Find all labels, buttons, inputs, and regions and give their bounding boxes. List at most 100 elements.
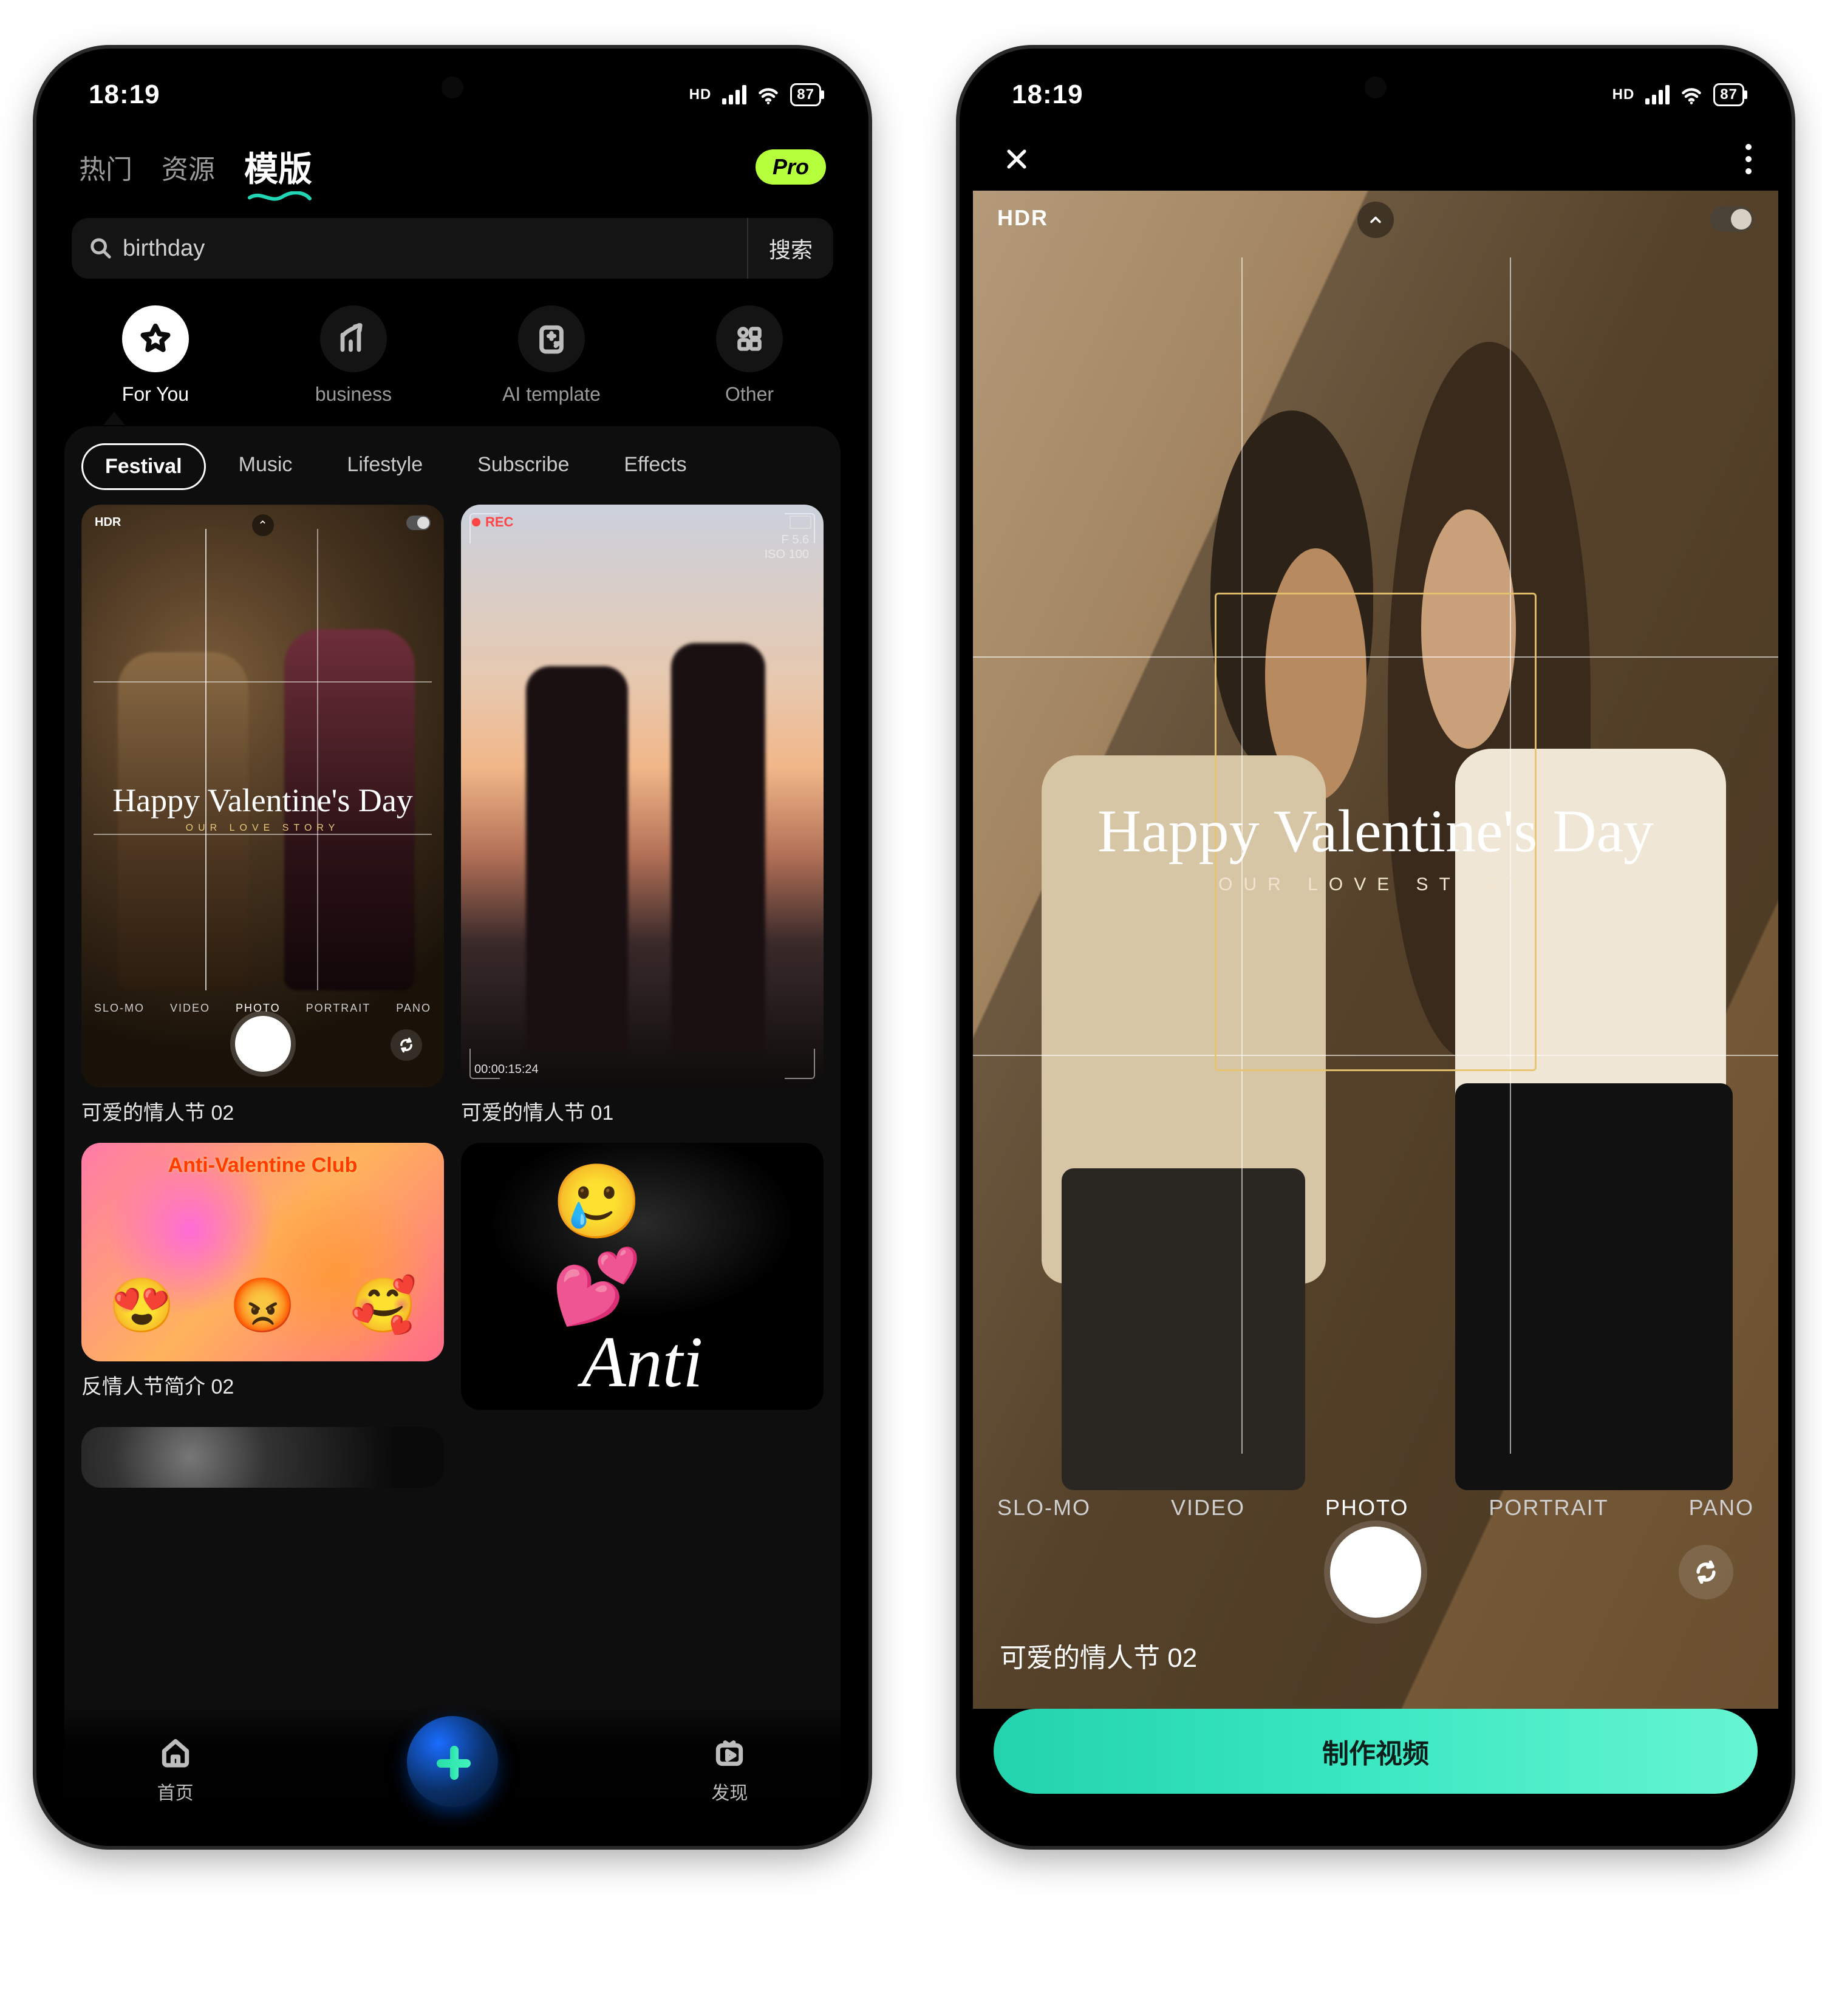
- template-card[interactable]: [81, 1427, 444, 1488]
- battery-outline-icon: [790, 516, 811, 529]
- nav-label: 首页: [157, 1778, 194, 1805]
- screen-left: 18:19 HD 87 热门 资源 模版 Pro: [50, 62, 855, 1833]
- preview-caption: 可爱的情人节 02: [1000, 1636, 1197, 1675]
- category-label: AI template: [502, 383, 601, 406]
- emoji-row: 😍😡🥰: [81, 1275, 444, 1337]
- shutter-button[interactable]: [1330, 1527, 1421, 1618]
- status-hd-icon: HD: [1612, 86, 1635, 103]
- category-label: business: [315, 383, 392, 406]
- plus-icon: [434, 1743, 471, 1780]
- toggle-icon[interactable]: [1710, 206, 1754, 232]
- status-time: 18:19: [89, 80, 160, 110]
- template-grid[interactable]: HDR ⌃ Happy Valentine's Day OUR LOVE STO…: [81, 505, 824, 1488]
- grid-icon: [716, 305, 783, 372]
- pro-badge[interactable]: Pro: [756, 149, 826, 185]
- template-caption: 反情人节简介 02: [81, 1370, 444, 1400]
- discover-icon: [710, 1733, 749, 1772]
- signal-icon: [1645, 85, 1670, 104]
- template-card[interactable]: HDR ⌃ Happy Valentine's Day OUR LOVE STO…: [81, 505, 444, 1126]
- phone-frame-right: 18:19 HD 87 HDR: [960, 49, 1792, 1846]
- home-icon: [156, 1733, 195, 1772]
- shutter-icon: [235, 1016, 291, 1072]
- template-caption: 可爱的情人节 01: [461, 1096, 824, 1126]
- search-input[interactable]: birthday: [113, 236, 747, 262]
- mode-option[interactable]: PANO: [1689, 1495, 1754, 1521]
- template-thumb[interactable]: 🥲💕 Anti: [461, 1143, 824, 1410]
- chip-row[interactable]: Festival Music Lifestyle Subscribe Effec…: [81, 443, 824, 490]
- screen-right: 18:19 HD 87 HDR: [973, 62, 1778, 1833]
- overlay-title: Happy Valentine's Day OUR LOVE STORY: [973, 796, 1778, 895]
- status-time: 18:19: [1012, 80, 1083, 110]
- template-caption: 可爱的情人节 02: [81, 1096, 444, 1126]
- camera-modes[interactable]: SLO-MO VIDEO PHOTO PORTRAIT PANO: [973, 1495, 1778, 1521]
- battery-icon: 87: [790, 83, 821, 106]
- template-thumb[interactable]: HDR ⌃ Happy Valentine's Day OUR LOVE STO…: [81, 505, 444, 1088]
- nav-discover[interactable]: 发现: [710, 1733, 749, 1805]
- templates-panel: Festival Music Lifestyle Subscribe Effec…: [64, 426, 841, 1833]
- chart-up-icon: [320, 305, 387, 372]
- nav-label: 发现: [711, 1778, 748, 1805]
- category-label: For You: [122, 383, 189, 406]
- overlay-title: Happy Valentine's Day OUR LOVE STORY: [81, 782, 444, 834]
- signal-icon: [722, 85, 746, 104]
- flip-camera-button[interactable]: [1679, 1545, 1733, 1599]
- sparkle-card-icon: [518, 305, 585, 372]
- bottom-nav: 首页 发现: [50, 1705, 855, 1833]
- template-thumb[interactable]: Anti-Valentine Club 😍😡🥰: [81, 1143, 444, 1361]
- banner-text: Anti-Valentine Club: [81, 1154, 444, 1177]
- preview-topbar: [973, 128, 1778, 191]
- chip-effects[interactable]: Effects: [602, 443, 708, 490]
- emoji-icon: 🥲💕: [551, 1160, 733, 1330]
- chip-lifestyle[interactable]: Lifestyle: [325, 443, 445, 490]
- chip-subscribe[interactable]: Subscribe: [455, 443, 591, 490]
- create-fab[interactable]: [407, 1716, 498, 1807]
- preview-body: HDR: [973, 191, 1778, 1709]
- wifi-icon: [757, 84, 779, 106]
- chip-festival[interactable]: Festival: [81, 443, 206, 490]
- timecode: 00:00:15:24: [474, 1063, 539, 1077]
- category-label: Other: [725, 383, 774, 406]
- mode-option[interactable]: SLO-MO: [997, 1495, 1091, 1521]
- phone-frame-left: 18:19 HD 87 热门 资源 模版 Pro: [36, 49, 868, 1846]
- category-business[interactable]: business: [270, 305, 437, 406]
- chevron-up-icon[interactable]: [1357, 202, 1394, 238]
- person-silhouette: [526, 666, 627, 1051]
- template-thumb[interactable]: [81, 1427, 444, 1488]
- category-row: For You business AI template: [50, 279, 855, 412]
- template-card[interactable]: 🥲💕 Anti: [461, 1143, 824, 1410]
- mode-option[interactable]: PORTRAIT: [1489, 1495, 1608, 1521]
- camera-modes: SLO-MO VIDEO PHOTO PORTRAIT PANO: [81, 1002, 444, 1015]
- template-card[interactable]: Anti-Valentine Club 😍😡🥰 反情人节简介 02: [81, 1143, 444, 1410]
- camera-punch-hole: [442, 77, 463, 98]
- nav-home[interactable]: 首页: [156, 1733, 195, 1805]
- top-tabs: 热门 资源 模版 Pro: [50, 128, 855, 196]
- more-button[interactable]: [1745, 144, 1752, 174]
- category-other[interactable]: Other: [666, 305, 833, 406]
- status-hd-icon: HD: [689, 86, 712, 103]
- template-card[interactable]: REC F 5.6 ISO 100 00:00:15:24 可爱的情人节 01: [461, 505, 824, 1126]
- person-silhouette: [671, 643, 765, 1051]
- search-button[interactable]: 搜索: [747, 218, 833, 279]
- battery-icon: 87: [1713, 83, 1744, 106]
- tab-templates-label: 模版: [244, 150, 312, 188]
- wifi-icon: [1680, 84, 1702, 106]
- grid-overlay: [94, 529, 432, 990]
- close-button[interactable]: [1000, 142, 1034, 176]
- chip-music[interactable]: Music: [217, 443, 315, 490]
- preview-viewport: Happy Valentine's Day OUR LOVE STORY: [973, 257, 1778, 1454]
- tab-resources[interactable]: 资源: [162, 148, 215, 186]
- tab-templates[interactable]: 模版: [244, 142, 312, 191]
- category-foryou[interactable]: For You: [72, 305, 239, 406]
- camera-punch-hole: [1365, 77, 1387, 98]
- camera-meta: F 5.6 ISO 100: [765, 533, 809, 562]
- template-thumb[interactable]: REC F 5.6 ISO 100 00:00:15:24: [461, 505, 824, 1088]
- search-bar[interactable]: birthday 搜索: [72, 218, 833, 279]
- category-ai-template[interactable]: AI template: [468, 305, 635, 406]
- category-pointer: [50, 412, 855, 426]
- mode-option[interactable]: VIDEO: [1171, 1495, 1245, 1521]
- hdr-label: HDR: [95, 516, 121, 530]
- mode-option[interactable]: PHOTO: [1325, 1495, 1408, 1521]
- hdr-label: HDR: [997, 205, 1048, 231]
- tab-hot[interactable]: 热门: [79, 148, 132, 186]
- make-video-button[interactable]: 制作视频: [994, 1709, 1758, 1794]
